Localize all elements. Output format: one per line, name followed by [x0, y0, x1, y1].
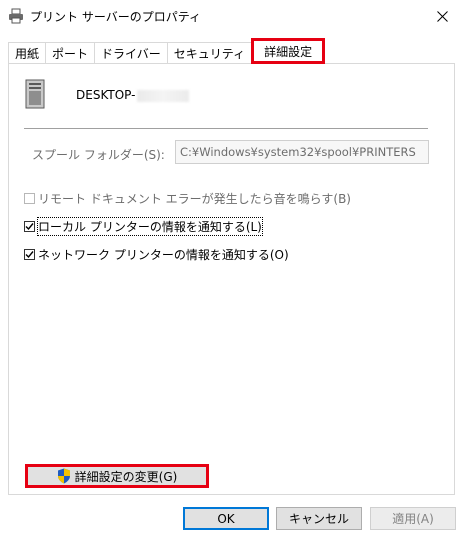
- redacted-name: [137, 89, 190, 102]
- network-printer-notify-option[interactable]: ネットワーク プリンターの情報を通知する(O): [24, 246, 289, 263]
- tab-drivers[interactable]: ドライバー: [94, 42, 168, 63]
- local-printer-notify-checkbox[interactable]: [24, 221, 35, 232]
- cancel-button[interactable]: キャンセル: [276, 507, 362, 530]
- network-printer-notify-checkbox[interactable]: [24, 249, 35, 260]
- change-advanced-settings-button[interactable]: 詳細設定の変更(G): [25, 464, 209, 488]
- remote-doc-error-sound-checkbox[interactable]: [24, 193, 35, 204]
- local-printer-notify-label: ローカル プリンターの情報を通知する(L): [37, 217, 263, 236]
- spool-folder-label: スプール フォルダー(S):: [32, 148, 165, 162]
- tab-security[interactable]: セキュリティ: [166, 42, 253, 63]
- title-bar: プリント サーバーのプロパティ: [0, 0, 465, 32]
- change-advanced-settings-label: 詳細設定の変更(G): [74, 469, 178, 484]
- apply-button[interactable]: 適用(A): [370, 507, 456, 530]
- close-button[interactable]: [419, 0, 465, 32]
- tab-paper[interactable]: 用紙: [8, 42, 47, 63]
- remote-doc-error-sound-option[interactable]: リモート ドキュメント エラーが発生したら音を鳴らす(B): [24, 190, 351, 207]
- check-icon: [25, 251, 34, 259]
- network-printer-notify-label: ネットワーク プリンターの情報を通知する(O): [38, 248, 289, 262]
- window-title: プリント サーバーのプロパティ: [30, 10, 201, 24]
- local-printer-notify-option[interactable]: ローカル プリンターの情報を通知する(L): [24, 217, 263, 236]
- printer-icon: [9, 8, 23, 24]
- server-icon: [25, 79, 45, 109]
- check-icon: [25, 223, 34, 231]
- server-name: DESKTOP-: [76, 88, 190, 102]
- close-icon: [436, 10, 448, 22]
- tab-strip: 用紙 ポート ドライバー セキュリティ 詳細設定: [8, 38, 326, 64]
- tab-ports[interactable]: ポート: [45, 42, 96, 63]
- uac-shield-icon: [57, 468, 70, 484]
- tab-advanced[interactable]: 詳細設定: [251, 38, 326, 64]
- spool-folder-input[interactable]: [175, 140, 429, 164]
- ok-button[interactable]: OK: [183, 507, 269, 530]
- separator: [24, 128, 428, 129]
- remote-doc-error-sound-label: リモート ドキュメント エラーが発生したら音を鳴らす(B): [38, 192, 351, 206]
- advanced-settings-panel: DESKTOP- スプール フォルダー(S): リモート ドキュメント エラーが…: [8, 63, 455, 495]
